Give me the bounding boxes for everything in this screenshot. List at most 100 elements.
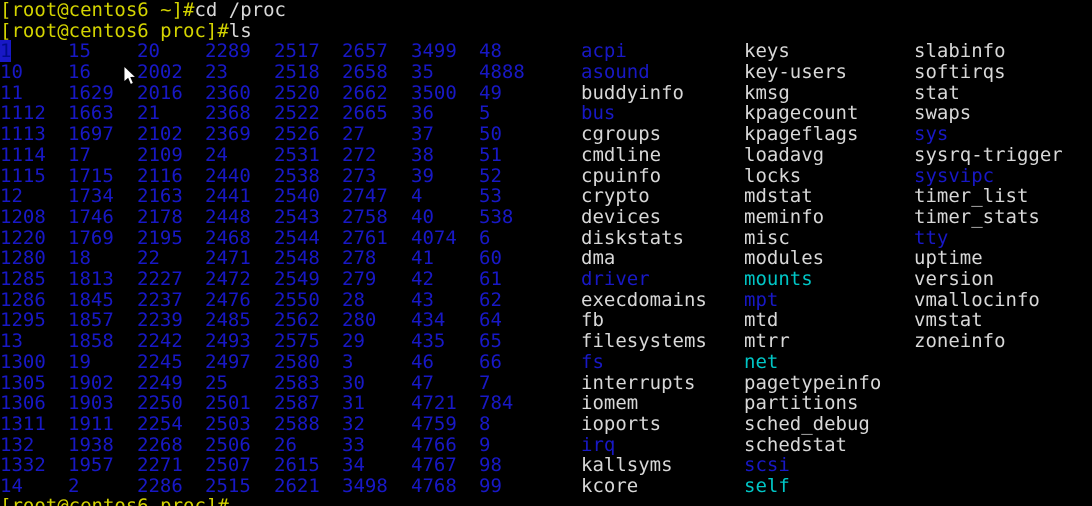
ls-entry-kmsg: kmsg xyxy=(744,81,790,104)
ls-entry-14: 14 xyxy=(0,475,23,498)
ls-entry-mtrr: mtrr xyxy=(744,330,790,353)
ls-entry-4767: 4767 xyxy=(411,454,457,477)
ls-entry-2471: 2471 xyxy=(205,247,251,270)
ls-entry-538: 538 xyxy=(479,205,514,228)
ls-entry-timer_list: timer_list xyxy=(914,185,1029,208)
ls-entry-vmstat: vmstat xyxy=(914,309,983,332)
ls-entry-timer_stats: timer_stats xyxy=(914,205,1040,228)
ls-entry-4888: 4888 xyxy=(479,61,525,84)
ls-entry-crypto: crypto xyxy=(581,185,650,208)
ls-entry-1332: 1332 xyxy=(0,454,46,477)
ls-entry-bus: bus xyxy=(581,102,616,125)
ls-entry-17: 17 xyxy=(68,143,91,166)
ls-entry-2476: 2476 xyxy=(205,288,251,311)
ls-entry-slabinfo: slabinfo xyxy=(914,40,1006,63)
ls-entry-mtd: mtd xyxy=(744,309,779,332)
ls-entry-50: 50 xyxy=(479,123,502,146)
ls-entry-61: 61 xyxy=(479,268,502,291)
ls-entry-11: 11 xyxy=(0,81,23,104)
ls-entry-2441: 2441 xyxy=(205,185,251,208)
ls-entry-4074: 4074 xyxy=(411,226,457,249)
ls-entry-cmdline: cmdline xyxy=(581,143,662,166)
ls-entry-scsi: scsi xyxy=(744,454,790,477)
ls-entry-diskstats: diskstats xyxy=(581,226,684,249)
ls-entry-kallsyms: kallsyms xyxy=(581,454,673,477)
ls-entry-sched_debug: sched_debug xyxy=(744,412,870,435)
ls-entry-3500: 3500 xyxy=(411,81,457,104)
ls-entry-2548: 2548 xyxy=(274,247,320,270)
ls-entry-loadavg: loadavg xyxy=(744,143,825,166)
ls-entry-2520: 2520 xyxy=(274,81,320,104)
ls-entry-swaps: swaps xyxy=(914,102,972,125)
ls-entry-mounts: mounts xyxy=(744,268,813,291)
ls-entry-8: 8 xyxy=(479,412,491,435)
ls-entry-42: 42 xyxy=(411,268,434,291)
ls-entry-1300: 1300 xyxy=(0,350,46,373)
ls-entry-2289: 2289 xyxy=(205,40,251,63)
ls-entry-partitions: partitions xyxy=(744,392,859,415)
ls-entry-7: 7 xyxy=(479,371,491,394)
ls-entry-buddyinfo: buddyinfo xyxy=(581,81,684,104)
ls-entry-273: 273 xyxy=(342,164,377,187)
ls-entry-53: 53 xyxy=(479,185,502,208)
ls-entry-2658: 2658 xyxy=(342,61,388,84)
ls-row: 132 1938 2268 2506 26 33 4766 9 irq schedstat xyxy=(0,433,1092,456)
ls-entry-60: 60 xyxy=(479,247,502,270)
ls-entry-schedstat: schedstat xyxy=(744,433,847,456)
ls-entry-2662: 2662 xyxy=(342,81,388,104)
ls-entry-2515: 2515 xyxy=(205,475,251,498)
ls-entry-2562: 2562 xyxy=(274,309,320,332)
ls-entry-1663: 1663 xyxy=(68,102,114,125)
terminal-window[interactable]: [root@centos6 ~]#cd /proc [root@centos6 … xyxy=(0,0,1092,506)
ls-entry-435: 435 xyxy=(411,330,446,353)
ls-entry-asound: asound xyxy=(581,61,650,84)
ls-entry-27: 27 xyxy=(342,123,365,146)
ls-entry-vmallocinfo: vmallocinfo xyxy=(914,288,1040,311)
ls-entry-22: 22 xyxy=(137,247,160,270)
typed-command-2: ls xyxy=(228,19,252,42)
ls-row: 1300 19 2245 2497 2580 3 46 66 fs net xyxy=(0,352,1092,373)
ls-entry-1114: 1114 xyxy=(0,143,46,166)
ls-row: 1311 1911 2254 2503 2588 32 4759 8 ioports sched_… xyxy=(0,414,1092,435)
ls-entry-49: 49 xyxy=(479,81,502,104)
ls-entry-2522: 2522 xyxy=(274,102,320,125)
ls-row: 11 1629 2016 2360 2520 2662 3500 49 buddyinfo kms… xyxy=(0,83,1092,104)
ls-entry-2368: 2368 xyxy=(205,102,251,125)
ls-entry-1112: 1112 xyxy=(0,102,46,125)
ls-entry-2621: 2621 xyxy=(274,475,320,498)
ls-entry-2544: 2544 xyxy=(274,226,320,249)
ls-entry-2549: 2549 xyxy=(274,268,320,291)
ls-entry-2360: 2360 xyxy=(205,81,251,104)
ls-entry-2501: 2501 xyxy=(205,392,251,415)
ls-entry-47: 47 xyxy=(411,371,434,394)
ls-entry-1957: 1957 xyxy=(68,454,114,477)
ls-entry-2761: 2761 xyxy=(342,226,388,249)
ls-entry-1715: 1715 xyxy=(68,164,114,187)
ls-entry-48: 48 xyxy=(479,40,502,63)
ls-entry-36: 36 xyxy=(411,102,434,125)
ls-entry-18: 18 xyxy=(68,247,91,270)
ls-entry-10: 10 xyxy=(0,61,23,84)
ls-entry-iomem: iomem xyxy=(581,392,639,415)
ls-row: 1332 1957 2271 2507 2615 34 4767 98 kallsyms scsi xyxy=(0,455,1092,476)
ls-row: 1286 1845 2237 2476 2550 28 43 62 execdomains mpt… xyxy=(0,290,1092,311)
ls-row: 1112 1663 21 2368 2522 2665 36 5 bus kpagecount sw… xyxy=(0,103,1092,124)
ls-entry-13: 13 xyxy=(0,330,23,353)
ls-entry-zoneinfo: zoneinfo xyxy=(914,330,1006,353)
ls-entry-tty: tty xyxy=(914,226,949,249)
ls-entry-net: net xyxy=(744,350,779,373)
ls-row: 1280 18 22 2471 2548 278 41 60 dma modules uptime xyxy=(0,248,1092,269)
ls-entry-acpi: acpi xyxy=(581,40,627,63)
ls-entry-irq: irq xyxy=(581,433,616,456)
ls-entry-fs: fs xyxy=(581,350,604,373)
ls-entry-2002: 2002 xyxy=(137,61,183,84)
ls-entry-280: 280 xyxy=(342,309,377,332)
ls-entry-62: 62 xyxy=(479,288,502,311)
ls-entry-locks: locks xyxy=(744,164,802,187)
ls-entry-2: 2 xyxy=(68,475,80,498)
ls-entry-meminfo: meminfo xyxy=(744,205,825,228)
ls-entry-4: 4 xyxy=(411,185,423,208)
ls-entry-784: 784 xyxy=(479,392,514,415)
ls-row: 12 1734 2163 2441 2540 2747 4 53 crypto mdstat tim… xyxy=(0,186,1092,207)
ls-entry-4759: 4759 xyxy=(411,412,457,435)
